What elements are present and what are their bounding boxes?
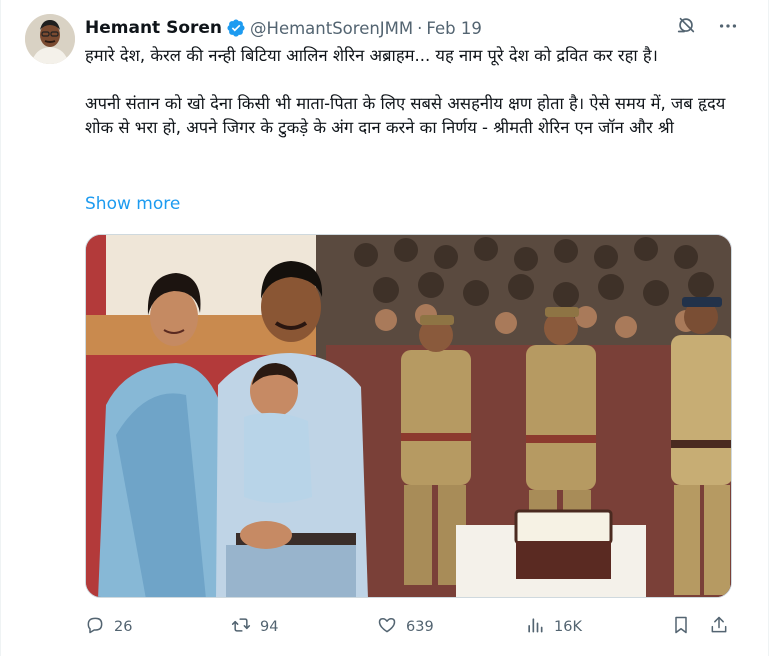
tweet-text: हमारे देश, केरल की नन्ही बिटिया आलिन शेर…: [85, 44, 745, 140]
repost-count: 94: [260, 619, 279, 635]
tweet-photo[interactable]: [85, 234, 732, 598]
tweet-paragraph: हमारे देश, केरल की नन्ही बिटिया आलिन शेर…: [85, 46, 658, 65]
reply-count: 26: [114, 619, 133, 635]
tweet-actions: 26 94 639 16K: [85, 612, 732, 642]
like-count: 639: [406, 619, 434, 635]
tweet-header: Hemant Soren @HemantSorenJMM · Feb 19: [85, 17, 482, 39]
bookmark-button[interactable]: [671, 615, 691, 639]
verified-badge-icon[interactable]: [226, 18, 246, 38]
views-icon: [525, 615, 545, 639]
share-icon: [709, 615, 729, 639]
tweet-paragraph: अपनी संतान को खो देना किसी भी माता-पिता …: [85, 94, 726, 137]
header-actions: [674, 14, 740, 38]
repost-icon: [231, 615, 251, 639]
like-button[interactable]: 639: [377, 615, 434, 639]
reply-icon: [85, 615, 105, 639]
show-more-link[interactable]: Show more: [85, 194, 180, 214]
author-name[interactable]: Hemant Soren: [85, 18, 222, 38]
tweet-card[interactable]: Hemant Soren @HemantSorenJMM · Feb 19 हम…: [0, 0, 769, 656]
views-button[interactable]: 16K: [525, 615, 582, 639]
views-count: 16K: [554, 619, 582, 635]
tweet-date[interactable]: Feb 19: [426, 19, 481, 38]
bookmark-icon: [671, 615, 691, 639]
reply-button[interactable]: 26: [85, 615, 132, 639]
repost-button[interactable]: 94: [231, 615, 278, 639]
heart-icon: [377, 615, 397, 639]
share-button[interactable]: [709, 615, 729, 639]
avatar[interactable]: [25, 14, 75, 64]
grok-icon[interactable]: [674, 14, 698, 38]
author-handle[interactable]: @HemantSorenJMM: [250, 19, 413, 38]
more-icon[interactable]: [716, 14, 740, 38]
separator-dot: ·: [417, 18, 423, 38]
